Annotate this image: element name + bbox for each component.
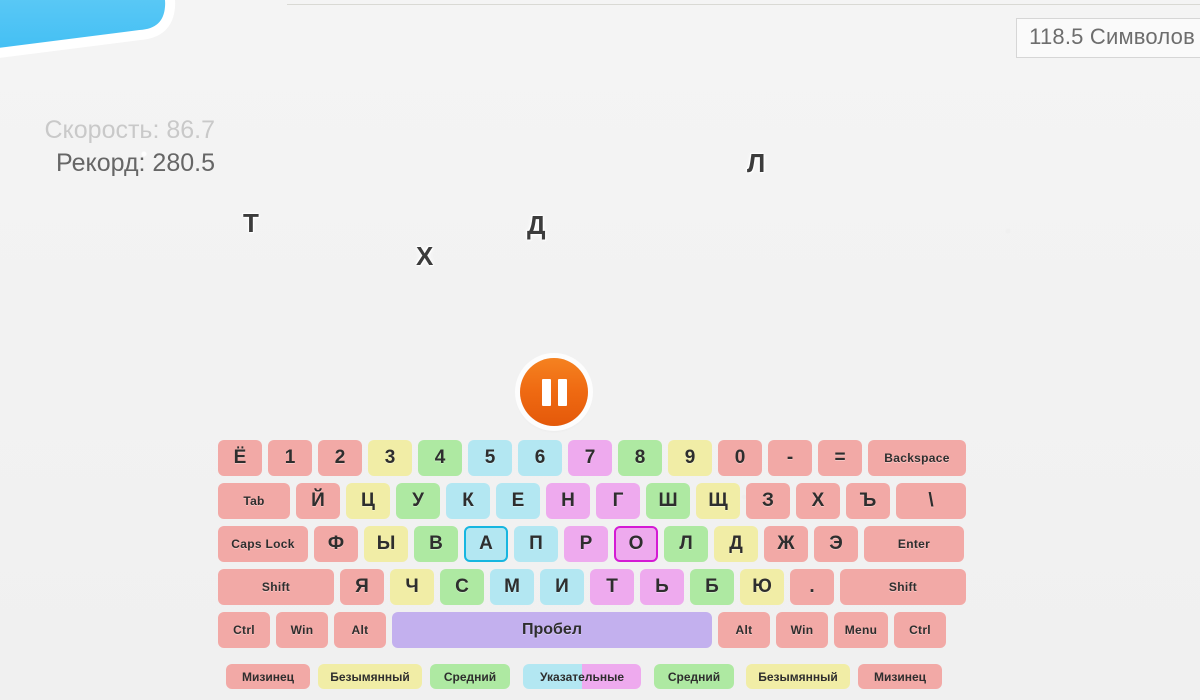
key-win[interactable]: Win (776, 612, 828, 648)
keyboard-row: Ctrl Win Alt Пробел Alt Win Menu Ctrl (218, 612, 948, 648)
key-win[interactable]: Win (276, 612, 328, 648)
key-с[interactable]: С (440, 569, 484, 605)
key-shift[interactable]: Shift (840, 569, 966, 605)
key-т[interactable]: Т (590, 569, 634, 605)
falling-letter: Л (747, 148, 766, 178)
key--[interactable]: . (790, 569, 834, 605)
key-л[interactable]: Л (664, 526, 708, 562)
virtual-keyboard[interactable]: Ё 1 2 3 4 5 6 7 8 9 0- = Backspace Tab Й Ц У К Е Н Г Ш Щ З Х Ъ \ Ca… (218, 440, 966, 655)
finger-legend-chip: Безымянный (318, 664, 422, 689)
characters-counter: 118.5 Символов (1016, 18, 1200, 58)
finger-legend-label: Безымянный (758, 669, 838, 684)
finger-legend-chip: Указательные (523, 664, 641, 689)
key-1[interactable]: 1 (268, 440, 312, 476)
key-ю[interactable]: Ю (740, 569, 784, 605)
key-8[interactable]: 8 (618, 440, 662, 476)
key-э[interactable]: Э (814, 526, 858, 562)
key-в[interactable]: В (414, 526, 458, 562)
game-stage: 118.5 Символов Скорость: 86.7 Рекорд: 28… (0, 0, 1200, 700)
key-5[interactable]: 5 (468, 440, 512, 476)
key-ш[interactable]: Ш (646, 483, 690, 519)
pause-bar-left (541, 378, 551, 406)
key-з[interactable]: З (746, 483, 790, 519)
key-ctrl[interactable]: Ctrl (218, 612, 270, 648)
key--[interactable]: \ (896, 483, 966, 519)
key-0[interactable]: 0 (718, 440, 762, 476)
key-alt[interactable]: Alt (334, 612, 386, 648)
pause-bar-right (557, 378, 567, 406)
key-у[interactable]: У (396, 483, 440, 519)
finger-legend-label: Средний (667, 669, 721, 684)
key-о[interactable]: О (614, 526, 658, 562)
key-shift[interactable]: Shift (218, 569, 334, 605)
key-ц[interactable]: Ц (346, 483, 390, 519)
key-alt[interactable]: Alt (718, 612, 770, 648)
key--[interactable]: = (818, 440, 862, 476)
key-6[interactable]: 6 (518, 440, 562, 476)
key-д[interactable]: Д (714, 526, 758, 562)
finger-legend-chip: Средний (430, 664, 510, 689)
key-tab[interactable]: Tab (218, 483, 290, 519)
pause-button[interactable] (520, 358, 588, 426)
key-ё[interactable]: Ё (218, 440, 262, 476)
key-ctrl[interactable]: Ctrl (894, 612, 946, 648)
finger-legend-chip: Мизинец (226, 664, 310, 689)
key-caps-lock[interactable]: Caps Lock (218, 526, 308, 562)
key-ы[interactable]: Ы (364, 526, 408, 562)
key-а[interactable]: А (464, 526, 508, 562)
key-9[interactable]: 9 (668, 440, 712, 476)
finger-legend-chip: Средний (654, 664, 734, 689)
keyboard-row: Shift Я Ч С М И Т Ь Б Ю. Shift (218, 569, 966, 605)
key-я[interactable]: Я (340, 569, 384, 605)
speed-label: Скорость: 86.7 (44, 116, 215, 144)
key-п[interactable]: П (514, 526, 558, 562)
keyboard-row: Caps Lock Ф Ы В А П Р О Л Д Ж Э Enter (218, 526, 964, 562)
key-щ[interactable]: Щ (696, 483, 740, 519)
keyboard-row: Ё 1 2 3 4 5 6 7 8 9 0- = Backspace (218, 440, 966, 476)
finger-legend-label: Безымянный (330, 669, 410, 684)
falling-letter: Т (243, 208, 259, 238)
falling-letter: Д (527, 210, 546, 240)
key-г[interactable]: Г (596, 483, 640, 519)
key-м[interactable]: М (490, 569, 534, 605)
key-backspace[interactable]: Backspace (868, 440, 966, 476)
key--[interactable]: - (768, 440, 812, 476)
finger-legend-label: Средний (443, 669, 497, 684)
key-е[interactable]: Е (496, 483, 540, 519)
key-ъ[interactable]: Ъ (846, 483, 890, 519)
finger-legend-label: Мизинец (241, 669, 294, 684)
falling-letter: Х (416, 241, 434, 271)
characters-counter-text: 118.5 Символов (1029, 24, 1195, 49)
key-ф[interactable]: Ф (314, 526, 358, 562)
key-menu[interactable]: Menu (834, 612, 888, 648)
key-б[interactable]: Б (690, 569, 734, 605)
finger-legend-chip: Безымянный (746, 664, 850, 689)
cloud-decoration (0, 0, 176, 58)
key-х[interactable]: Х (796, 483, 840, 519)
finger-legend-chip: Мизинец (858, 664, 942, 689)
finger-legend-label: Указательные (539, 669, 625, 684)
key-4[interactable]: 4 (418, 440, 462, 476)
key-ж[interactable]: Ж (764, 526, 808, 562)
key-пробел[interactable]: Пробел (392, 612, 712, 648)
key-ч[interactable]: Ч (390, 569, 434, 605)
key-р[interactable]: Р (564, 526, 608, 562)
key-н[interactable]: Н (546, 483, 590, 519)
finger-legend-label: Мизинец (873, 669, 926, 684)
key-3[interactable]: 3 (368, 440, 412, 476)
stats-panel: Скорость: 86.7 Рекорд: 280.5 (0, 114, 215, 180)
keyboard-row: Tab Й Ц У К Е Н Г Ш Щ З Х Ъ \ (218, 483, 966, 519)
key-й[interactable]: Й (296, 483, 340, 519)
key-ь[interactable]: Ь (640, 569, 684, 605)
record-label: Рекорд: 280.5 (56, 149, 215, 177)
finger-legend: Мизинец Безымянный Средний Указательные Сред… (218, 664, 948, 694)
top-divider (287, 4, 1200, 5)
key-enter[interactable]: Enter (864, 526, 964, 562)
key-к[interactable]: К (446, 483, 490, 519)
key-2[interactable]: 2 (318, 440, 362, 476)
key-и[interactable]: И (540, 569, 584, 605)
key-7[interactable]: 7 (568, 440, 612, 476)
